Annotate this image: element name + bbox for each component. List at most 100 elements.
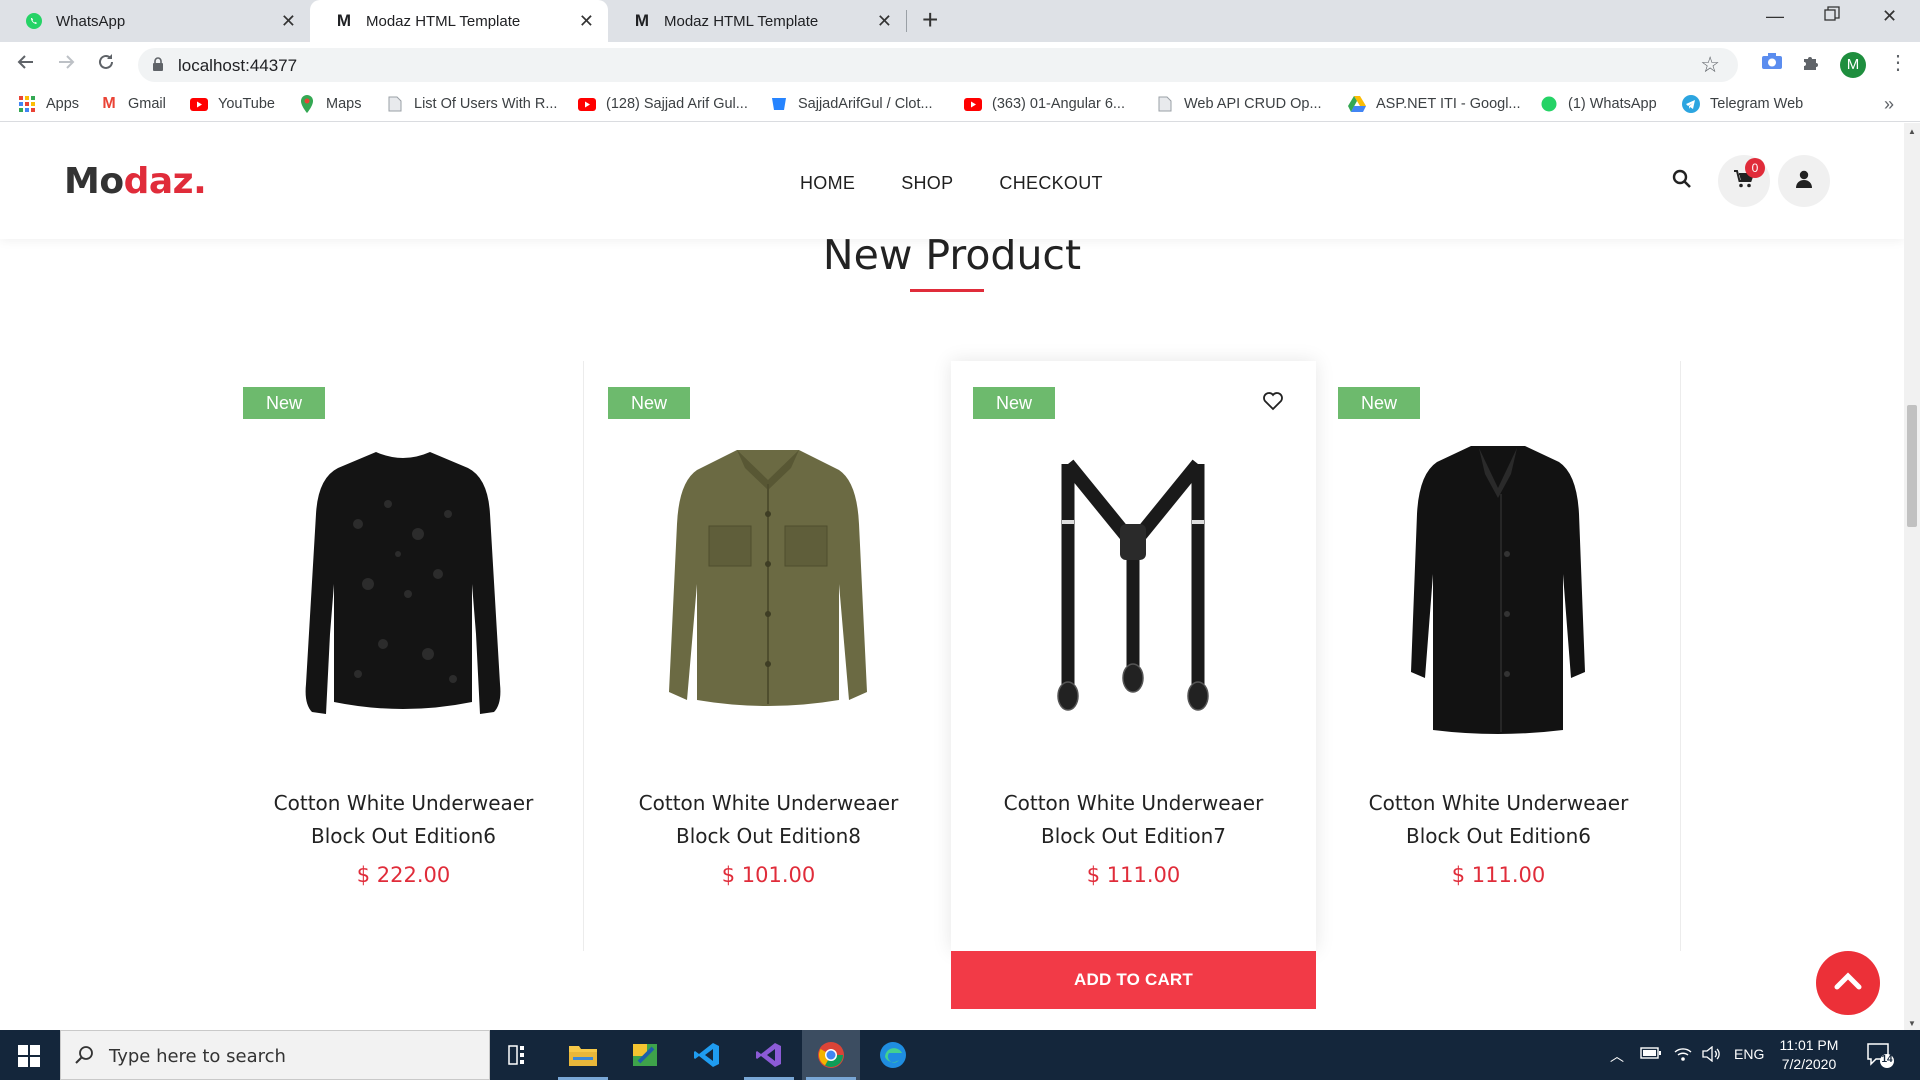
- system-clock[interactable]: 11:01 PM 7/2/2020: [1764, 1036, 1854, 1074]
- close-tab-icon[interactable]: ✕: [281, 12, 296, 30]
- camera-extension-icon[interactable]: [1761, 52, 1783, 75]
- page-icon: [1156, 95, 1174, 113]
- chrome-icon[interactable]: [802, 1030, 860, 1080]
- product-price: $ 111.00: [1451, 863, 1546, 887]
- vscode-icon[interactable]: [678, 1030, 736, 1080]
- volume-icon[interactable]: [1702, 1045, 1722, 1065]
- bookmark-telegram[interactable]: Telegram Web: [1682, 95, 1803, 113]
- bookmark-label: ASP.NET ITI - Googl...: [1376, 96, 1521, 112]
- cart-count-badge: 0: [1745, 158, 1765, 178]
- search-icon: [1672, 169, 1692, 194]
- whatsapp-icon: [24, 11, 44, 31]
- product-card[interactable]: New Cotton White Underweaer Block Out Ed…: [221, 361, 586, 951]
- profile-avatar[interactable]: M: [1840, 52, 1866, 78]
- tab-whatsapp[interactable]: WhatsApp ✕: [0, 0, 310, 42]
- site-logo[interactable]: Modaz.: [64, 161, 207, 202]
- bookmark-star-icon[interactable]: ☆: [1700, 52, 1720, 78]
- minimize-icon[interactable]: —: [1766, 6, 1784, 27]
- taskbar-search-box[interactable]: Type here to search: [60, 1030, 490, 1080]
- product-name-line2: Block Out Edition6: [311, 824, 496, 848]
- new-badge: New: [973, 387, 1055, 419]
- product-image-black-coat[interactable]: [1368, 429, 1628, 739]
- close-window-icon[interactable]: ✕: [1882, 6, 1897, 27]
- bookmark-angular[interactable]: (363) 01-Angular 6...: [964, 95, 1125, 113]
- scroll-down-arrow-icon[interactable]: ▼: [1908, 1019, 1916, 1028]
- extensions-puzzle-icon[interactable]: [1801, 52, 1821, 77]
- notification-center-icon[interactable]: 14: [1866, 1042, 1894, 1073]
- bookmark-youtube-sajjad[interactable]: (128) Sajjad Arif Gul...: [578, 95, 748, 113]
- product-name[interactable]: Cotton White Underweaer Block Out Editio…: [1316, 787, 1681, 853]
- bookmark-google-drive[interactable]: ASP.NET ITI - Googl...: [1348, 95, 1521, 113]
- product-name-line2: Block Out Edition8: [676, 824, 861, 848]
- product-name[interactable]: Cotton White Underweaer Block Out Editio…: [221, 787, 586, 853]
- back-icon[interactable]: [16, 52, 36, 77]
- bookmark-whatsapp[interactable]: (1) WhatsApp: [1540, 95, 1657, 113]
- product-image-khaki-jacket[interactable]: [638, 429, 898, 739]
- app-icon-sticky[interactable]: [616, 1030, 674, 1080]
- bookmark-bitbucket[interactable]: SajjadArifGul / Clot...: [770, 95, 933, 113]
- logo-part-daz: daz.: [123, 161, 207, 202]
- product-name-line1: Cotton White Underweaer: [1003, 791, 1264, 815]
- user-icon: [1796, 170, 1812, 193]
- edge-icon[interactable]: [864, 1030, 922, 1080]
- visual-studio-icon[interactable]: [740, 1030, 798, 1080]
- product-image-suspenders[interactable]: [1003, 429, 1263, 739]
- wishlist-heart-icon[interactable]: [1262, 391, 1284, 416]
- tab-title: Modaz HTML Template: [664, 12, 819, 30]
- modaz-favicon-icon: M: [634, 11, 650, 30]
- page-viewport: Modaz. HOME SHOP CHECKOUT 0 New Product: [0, 123, 1904, 1030]
- windows-start-icon[interactable]: [18, 1045, 40, 1072]
- battery-icon[interactable]: [1640, 1046, 1662, 1063]
- title-underline: [910, 289, 984, 292]
- bookmark-label: (1) WhatsApp: [1568, 96, 1657, 112]
- language-indicator[interactable]: ENG: [1734, 1046, 1764, 1062]
- scrollbar-thumb[interactable]: [1907, 405, 1917, 527]
- scroll-up-arrow-icon[interactable]: ▲: [1908, 127, 1916, 136]
- new-badge: New: [608, 387, 690, 419]
- tab-modaz-active[interactable]: M Modaz HTML Template ✕: [310, 0, 608, 42]
- product-name[interactable]: Cotton White Underweaer Block Out Editio…: [951, 787, 1316, 853]
- windows-taskbar: Type here to search ︿ ENG 11:01 PM 7/2/2…: [0, 1030, 1920, 1080]
- bookmark-web-api[interactable]: Web API CRUD Op...: [1156, 95, 1322, 113]
- bookmark-list-of-users[interactable]: List Of Users With R...: [386, 95, 557, 113]
- browser-menu-icon[interactable]: ⋮: [1888, 50, 1908, 75]
- bookmark-apps[interactable]: Apps: [18, 95, 79, 113]
- product-image-lace-blouse[interactable]: [273, 429, 533, 739]
- nav-checkout[interactable]: CHECKOUT: [999, 173, 1102, 194]
- product-card[interactable]: New Cotton White Underweaer Block Out Ed…: [586, 361, 951, 951]
- search-button[interactable]: [1656, 155, 1708, 207]
- bookmark-gmail[interactable]: M Gmail: [100, 95, 166, 113]
- close-tab-icon[interactable]: ✕: [579, 12, 594, 30]
- restore-icon[interactable]: [1824, 6, 1840, 27]
- add-to-cart-button[interactable]: ADD TO CART: [951, 951, 1316, 1009]
- bookmark-youtube[interactable]: YouTube: [190, 95, 275, 113]
- notification-count: 14: [1881, 1054, 1893, 1065]
- logo-part-mo: Mo: [64, 161, 124, 202]
- product-card-hovered[interactable]: New Cotton White Underweaer Block Out Ed…: [951, 361, 1316, 1009]
- reload-icon[interactable]: [96, 52, 116, 77]
- bookmark-label: (128) Sajjad Arif Gul...: [606, 96, 748, 112]
- file-explorer-icon[interactable]: [554, 1030, 612, 1080]
- product-price: $ 111.00: [1086, 863, 1181, 887]
- address-bar[interactable]: localhost:44377 ☆: [138, 48, 1738, 82]
- task-view-icon[interactable]: [490, 1030, 548, 1080]
- back-to-top-button[interactable]: [1816, 951, 1880, 1015]
- forward-icon[interactable]: [56, 52, 76, 77]
- product-price: $ 222.00: [356, 863, 451, 887]
- tray-overflow-icon[interactable]: ︿: [1610, 1046, 1624, 1066]
- page-scrollbar[interactable]: ▲ ▼: [1904, 123, 1920, 1030]
- nav-home[interactable]: HOME: [800, 173, 855, 194]
- bookmark-maps[interactable]: Maps: [298, 95, 361, 113]
- tab-modaz[interactable]: M Modaz HTML Template ✕: [608, 0, 906, 42]
- url-text: localhost:44377: [178, 56, 298, 75]
- new-tab-icon[interactable]: +: [922, 6, 938, 34]
- wifi-icon[interactable]: [1674, 1046, 1692, 1065]
- product-name[interactable]: Cotton White Underweaer Block Out Editio…: [586, 787, 951, 853]
- close-tab-icon[interactable]: ✕: [877, 12, 892, 30]
- product-card[interactable]: New Cotton White Underweaer Block Out Ed…: [1316, 361, 1681, 951]
- bookmarks-overflow-icon[interactable]: »: [1884, 94, 1894, 115]
- nav-shop[interactable]: SHOP: [901, 173, 953, 194]
- bookmark-label: (363) 01-Angular 6...: [992, 96, 1125, 112]
- account-button[interactable]: [1778, 155, 1830, 207]
- search-placeholder: Type here to search: [109, 1046, 286, 1067]
